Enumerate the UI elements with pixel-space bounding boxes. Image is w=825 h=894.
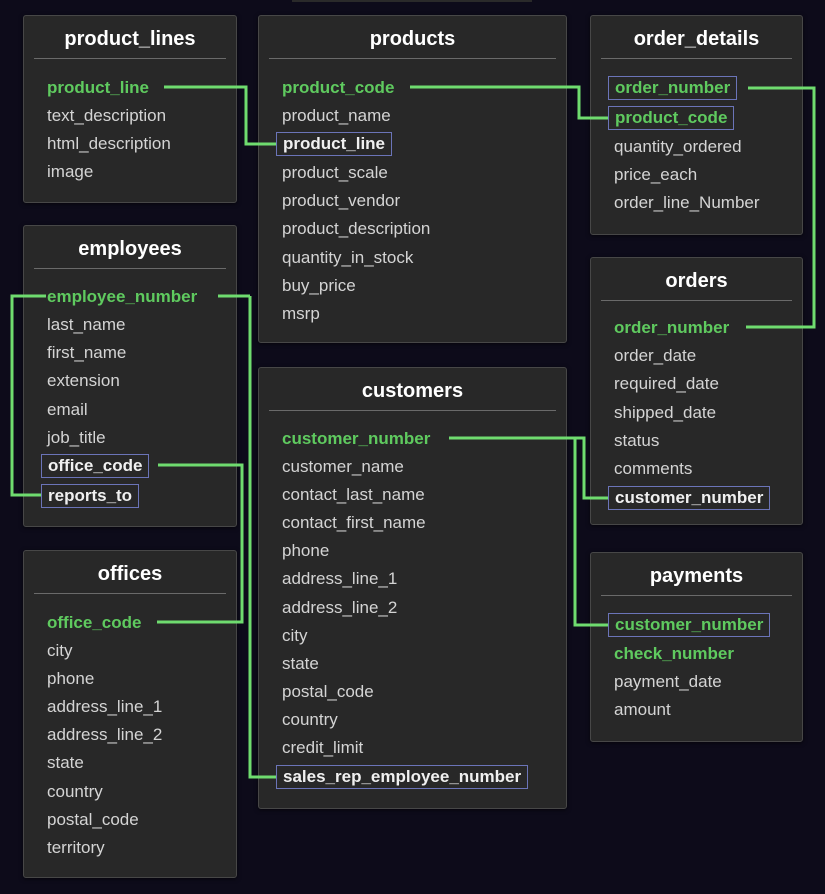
field: shipped_date (614, 403, 717, 422)
field: address_line_2 (282, 598, 398, 617)
primary-key-field[interactable]: product_code (282, 77, 394, 99)
field: status (614, 431, 660, 450)
field: postal_code (47, 810, 139, 829)
field: order_date (614, 346, 697, 365)
foreign-key-field[interactable]: customer_number (608, 613, 771, 637)
field: state (282, 654, 319, 673)
field: extension (47, 371, 120, 390)
field: address_line_1 (282, 569, 398, 588)
table-title: employees (34, 234, 226, 269)
table-title: order_details (601, 24, 792, 59)
field: required_date (614, 374, 719, 393)
field: comments (614, 459, 693, 478)
field: customer_name (282, 457, 404, 476)
field: text_description (47, 106, 167, 125)
field: product_vendor (282, 191, 401, 210)
foreign-key-field[interactable]: product_line (276, 132, 393, 156)
field: image (47, 162, 94, 181)
field: phone (47, 669, 95, 688)
field: credit_limit (282, 738, 364, 757)
foreign-key-field[interactable]: office_code (41, 454, 150, 478)
table-employees[interactable]: employees employee_number last_name firs… (23, 225, 237, 527)
table-title: payments (601, 561, 792, 596)
primary-key-field[interactable]: office_code (47, 612, 141, 634)
primary-key-field[interactable]: check_number (614, 643, 734, 665)
foreign-key-field[interactable]: sales_rep_employee_number (276, 765, 529, 789)
table-title: customers (269, 376, 556, 411)
field: product_scale (282, 163, 388, 182)
field: contact_first_name (282, 513, 426, 532)
primary-key-field[interactable]: product_line (47, 77, 149, 99)
table-title: orders (601, 266, 792, 301)
foreign-key-field[interactable]: product_code (608, 106, 735, 130)
table-offices[interactable]: offices office_code city phone address_l… (23, 550, 237, 878)
field: product_description (282, 219, 431, 238)
field: country (47, 782, 103, 801)
field: city (47, 641, 73, 660)
primary-key-field[interactable]: customer_number (282, 428, 430, 450)
top-edge-strip (292, 0, 532, 2)
table-product-lines[interactable]: product_lines product_line text_descript… (23, 15, 237, 203)
foreign-key-field[interactable]: reports_to (41, 484, 140, 508)
field: phone (282, 541, 330, 560)
field: buy_price (282, 276, 356, 295)
field: quantity_in_stock (282, 248, 414, 267)
table-customers[interactable]: customers customer_number customer_name … (258, 367, 567, 809)
field: contact_last_name (282, 485, 425, 504)
field: amount (614, 700, 671, 719)
field: address_line_1 (47, 697, 163, 716)
table-title: offices (34, 559, 226, 594)
table-title: product_lines (34, 24, 226, 59)
field: state (47, 753, 84, 772)
field: address_line_2 (47, 725, 163, 744)
field: quantity_ordered (614, 137, 742, 156)
field: product_name (282, 106, 391, 125)
primary-key-field[interactable]: order_number (614, 317, 729, 339)
field: msrp (282, 304, 320, 323)
primary-key-field[interactable]: employee_number (47, 286, 197, 308)
foreign-key-field[interactable]: customer_number (608, 486, 771, 510)
table-order-details[interactable]: order_details order_number product_code … (590, 15, 803, 235)
field: city (282, 626, 308, 645)
field: price_each (614, 165, 698, 184)
foreign-key-field[interactable]: order_number (608, 76, 738, 100)
table-payments[interactable]: payments customer_number check_number pa… (590, 552, 803, 742)
field: country (282, 710, 338, 729)
field: territory (47, 838, 105, 857)
field: postal_code (282, 682, 374, 701)
field: order_line_Number (614, 193, 760, 212)
field: email (47, 400, 88, 419)
field: job_title (47, 428, 106, 447)
field: html_description (47, 134, 171, 153)
table-products[interactable]: products product_code product_name produ… (258, 15, 567, 343)
field: first_name (47, 343, 127, 362)
field: payment_date (614, 672, 722, 691)
table-orders[interactable]: orders order_number order_date required_… (590, 257, 803, 525)
field: last_name (47, 315, 126, 334)
table-title: products (269, 24, 556, 59)
